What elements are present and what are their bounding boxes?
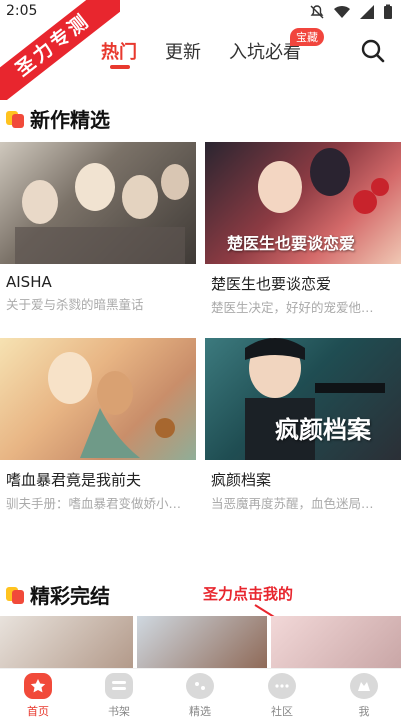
comic-cover[interactable]: 疯颜档案 (205, 338, 401, 460)
section-completed-header: 精彩完结 (6, 580, 110, 609)
mute-icon (310, 5, 324, 19)
completed-comic-thumb[interactable] (271, 616, 401, 668)
nav-bookshelf[interactable]: 书架 (89, 673, 149, 719)
home-star-icon (24, 673, 52, 699)
cover-art (15, 163, 189, 264)
nav-label: 社区 (271, 705, 293, 718)
status-icons (309, 4, 393, 20)
nav-community[interactable]: 社区 (252, 673, 312, 719)
completed-comic-thumb[interactable] (137, 616, 267, 668)
comic-title: 楚医生也要谈恋爱 (211, 275, 332, 293)
featured-icon (186, 673, 214, 699)
section-title: 新作精选 (30, 108, 110, 132)
section-marker-icon (6, 109, 26, 129)
wifi-icon (334, 5, 350, 18)
section-title: 精彩完结 (30, 584, 110, 608)
nav-label: 我 (358, 705, 370, 718)
comic-desc: 关于爱与杀戮的暗黑童话 (6, 297, 144, 312)
cover-art (48, 352, 175, 458)
bottom-nav-bar: 首页 书架 精选 社区 我 (0, 668, 401, 721)
signal-icon (360, 5, 374, 19)
cover-title-text: 疯颜档案 (275, 416, 371, 444)
nav-label: 精选 (189, 705, 211, 718)
treasure-badge: 宝藏 (290, 28, 324, 46)
promo-ribbon: 圣力专测 (0, 0, 120, 100)
section-marker-icon (6, 585, 26, 605)
section-new-picks-header: 新作精选 (6, 104, 110, 133)
comic-title: 疯颜档案 (211, 471, 272, 489)
nav-featured[interactable]: 精选 (170, 673, 230, 719)
comic-title: 嗜血暴君竟是我前夫 (6, 471, 142, 489)
search-icon[interactable] (360, 38, 386, 64)
nav-label: 书架 (108, 705, 130, 718)
comic-desc: 楚医生决定，好好的宠爱他… (211, 300, 374, 315)
comic-cover[interactable] (0, 338, 196, 460)
battery-icon (384, 4, 392, 19)
comic-cover[interactable] (0, 142, 196, 264)
comic-desc: 驯夫手册：嗜血暴君变做娇小… (6, 496, 182, 511)
community-chat-icon (268, 673, 296, 699)
comic-desc: 当恶魔再度苏醒，血色迷局… (211, 496, 374, 511)
nav-home[interactable]: 首页 (8, 673, 68, 719)
comic-title: AISHA (6, 273, 52, 291)
nav-label: 首页 (27, 705, 49, 718)
comic-card-tyrant[interactable]: 嗜血暴君竟是我前夫 驯夫手册：嗜血暴君变做娇小… (0, 338, 196, 512)
comic-cover[interactable]: 楚医生也要谈恋爱 (205, 142, 401, 264)
comic-card-aisha[interactable]: AISHA 关于爱与杀戮的暗黑童话 (0, 142, 196, 313)
promo-ribbon-text: 圣力专测 (0, 0, 120, 100)
comic-card-crazy-face[interactable]: 疯颜档案 疯颜档案 当恶魔再度苏醒，血色迷局… (205, 338, 401, 512)
tab-update[interactable]: 更新 (165, 38, 201, 64)
nav-profile[interactable]: 我 (334, 673, 394, 719)
completed-comic-thumb[interactable] (0, 616, 133, 668)
comic-card-dr-chu[interactable]: 楚医生也要谈恋爱 楚医生也要谈恋爱 楚医生决定，好好的宠爱他… (205, 142, 401, 316)
profile-icon (350, 673, 378, 699)
cover-title-text: 楚医生也要谈恋爱 (227, 234, 356, 253)
bookshelf-icon (105, 673, 133, 699)
